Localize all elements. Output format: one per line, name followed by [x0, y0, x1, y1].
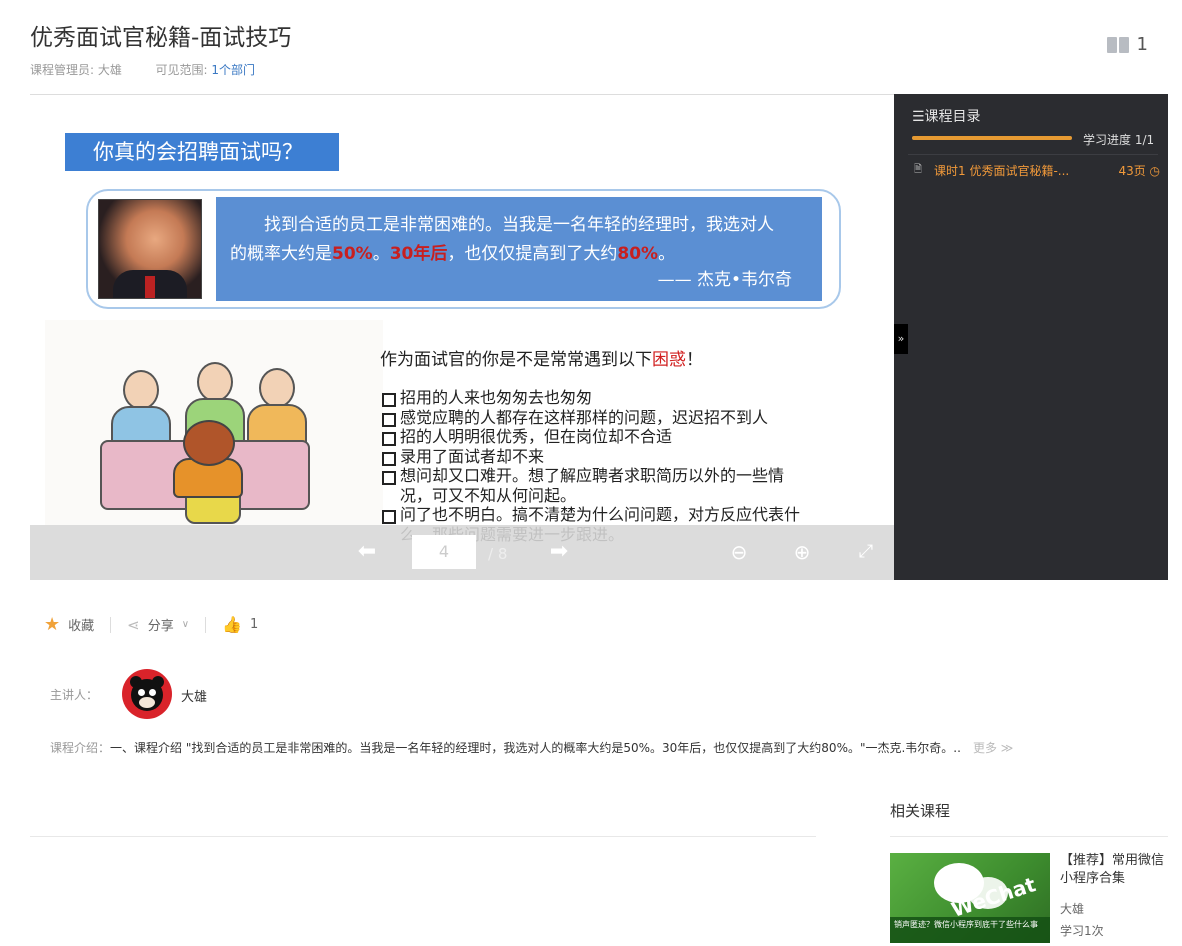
quote-years: 30年后: [389, 244, 448, 264]
list-item: 录用了面试者却不来: [380, 447, 800, 467]
like-button[interactable]: 👍 1: [222, 615, 258, 634]
course-meta: 课程管理员: 大雄 可见范围: 1个部门: [30, 61, 255, 78]
list-item: 想问却又口难开。想了解应聘者求职简历以外的一些情况，可又不知从何问起。: [380, 466, 800, 505]
action-bar: ★ 收藏 ⋖ 分享 ∨ 👍 1: [44, 614, 258, 635]
quote-line-1: 找到合适的员工是非常困难的。当我是一名年轻的经理时，我选对人: [264, 215, 774, 235]
favorite-button[interactable]: ★ 收藏: [44, 614, 94, 635]
lesson-label: 课时1 优秀面试官秘籍-...: [934, 164, 1070, 178]
zoom-out-icon[interactable]: ⊖: [727, 539, 751, 565]
quote-pct-2: 80%: [617, 244, 659, 264]
course-page: 优秀面试官秘籍-面试技巧 课程管理员: 大雄 可见范围: 1个部门 1 你真的会…: [0, 0, 1182, 946]
quote-end: 。: [658, 244, 676, 264]
related-course-name[interactable]: 【推荐】常用微信小程序合集: [1060, 852, 1170, 888]
scope-label: 可见范围:: [155, 63, 208, 77]
quote-text: 的概率大约是: [230, 244, 332, 264]
star-icon: ★: [44, 614, 61, 635]
progress-fill: [912, 136, 1072, 140]
quote-author: —— 杰克•韦尔奇: [657, 270, 792, 290]
arrow-left-icon[interactable]: ⬅: [352, 539, 382, 565]
document-viewer[interactable]: 你真的会招聘面试吗？ 找到合适的员工是非常困难的。当我是一名年轻的经理时，我选对…: [30, 94, 894, 580]
share-label: 分享: [147, 619, 174, 634]
related-course-author: 大雄: [1060, 902, 1085, 916]
confuse-title-text: 作为面试官的你是不是常常遇到以下: [380, 350, 652, 370]
divider: [110, 616, 112, 633]
related-course-thumbnail[interactable]: WeChat 销声匿迹？微信小程序到底干了些什么事: [890, 853, 1050, 943]
lecturer-name[interactable]: 大雄: [181, 686, 207, 705]
collapse-toggle[interactable]: »: [894, 324, 908, 354]
book-count: 1: [1136, 34, 1148, 55]
confuse-title: 作为面试官的你是不是常常遇到以下困惑！: [380, 345, 703, 370]
interview-cartoon: [45, 320, 383, 532]
book-counter[interactable]: 1: [1106, 34, 1148, 55]
quote-box: 找到合适的员工是非常困难的。当我是一名年轻的经理时，我选对人 的概率大约是50%…: [216, 197, 822, 301]
list-item: 感觉应聘的人都存在这样那样的问题，迟迟招不到人: [380, 408, 800, 428]
list-item: 招的人明明很优秀，但在岗位却不合适: [380, 427, 800, 447]
thumbs-up-icon: 👍: [222, 615, 242, 634]
intro-label: 课程介绍：: [50, 741, 111, 755]
divider: [30, 836, 816, 837]
confuse-title-end: ！: [686, 350, 703, 370]
chevron-down-icon: ∨: [181, 619, 190, 630]
divider: [890, 836, 1168, 837]
related-course-stat: 学习1次: [1060, 924, 1104, 938]
progress-bar: [912, 136, 1072, 140]
quote-pct-1: 50%: [332, 244, 373, 264]
divider: [908, 154, 1158, 155]
share-icon: ⋖: [127, 615, 140, 634]
share-button[interactable]: ⋖ 分享 ∨: [127, 615, 190, 635]
divider: [205, 616, 207, 633]
manager-name: 大雄: [97, 63, 122, 77]
page-title: 优秀面试官秘籍-面试技巧: [30, 25, 292, 51]
course-intro: 课程介绍：一、课程介绍 "找到合适的员工是非常困难的。当我是一名年轻的经理时，我…: [50, 739, 1013, 756]
more-link[interactable]: 更多 ≫: [973, 741, 1013, 755]
lecturer-label: 主讲人：: [50, 688, 99, 702]
document-icon: 🗎: [914, 164, 923, 175]
manager-label: 课程管理员:: [30, 63, 95, 77]
lesson-item[interactable]: 🗎 课时1 优秀面试官秘籍-... 43页 ◷: [914, 162, 1160, 179]
avatar[interactable]: [122, 669, 172, 719]
viewer-controls: ⬅ 4 / 8 ➡ ⊖ ⊕ ⤢: [30, 525, 894, 580]
related-title: 相关课程: [890, 802, 951, 820]
confuse-title-red: 困惑: [652, 350, 686, 370]
intro-text: 一、课程介绍 "找到合适的员工是非常困难的。当我是一名年轻的经理时，我选对人的概…: [110, 741, 961, 755]
portrait-image: [98, 199, 202, 299]
page-number-input[interactable]: 4: [412, 535, 476, 569]
thumb-banner: 销声匿迹？微信小程序到底干了些什么事: [890, 917, 1050, 943]
quote-sep: 。: [372, 244, 390, 264]
course-catalog: ☰课程目录 学习进度 1/1 🗎 课时1 优秀面试官秘籍-... 43页 ◷ »: [894, 94, 1168, 580]
list-item: 招用的人来也匆匆去也匆匆: [380, 388, 800, 408]
scope-link[interactable]: 1个部门: [211, 63, 255, 77]
confuse-list: 招用的人来也匆匆去也匆匆 感觉应聘的人都存在这样那样的问题，迟迟招不到人 招的人…: [380, 388, 800, 544]
slide-heading: 你真的会招聘面试吗？: [65, 133, 339, 171]
like-count: 1: [250, 617, 259, 632]
fullscreen-icon[interactable]: ⤢: [854, 539, 878, 565]
book-icon: [1106, 36, 1129, 54]
page-total: / 8: [488, 545, 508, 563]
zoom-in-icon[interactable]: ⊕: [790, 539, 814, 565]
favorite-label: 收藏: [68, 619, 95, 634]
quote-line-2: 的概率大约是50%。30年后，也仅仅提高到了大约80%。: [230, 240, 808, 269]
progress-label: 学习进度 1/1: [1083, 133, 1155, 147]
slide-page: 你真的会招聘面试吗？ 找到合适的员工是非常困难的。当我是一名年轻的经理时，我选对…: [30, 95, 894, 580]
lesson-pages: 43页 ◷: [1118, 164, 1160, 178]
quote-text-b: ，也仅仅提高到了大约: [447, 244, 618, 264]
catalog-title: ☰课程目录: [912, 109, 981, 125]
arrow-right-icon[interactable]: ➡: [544, 539, 574, 565]
